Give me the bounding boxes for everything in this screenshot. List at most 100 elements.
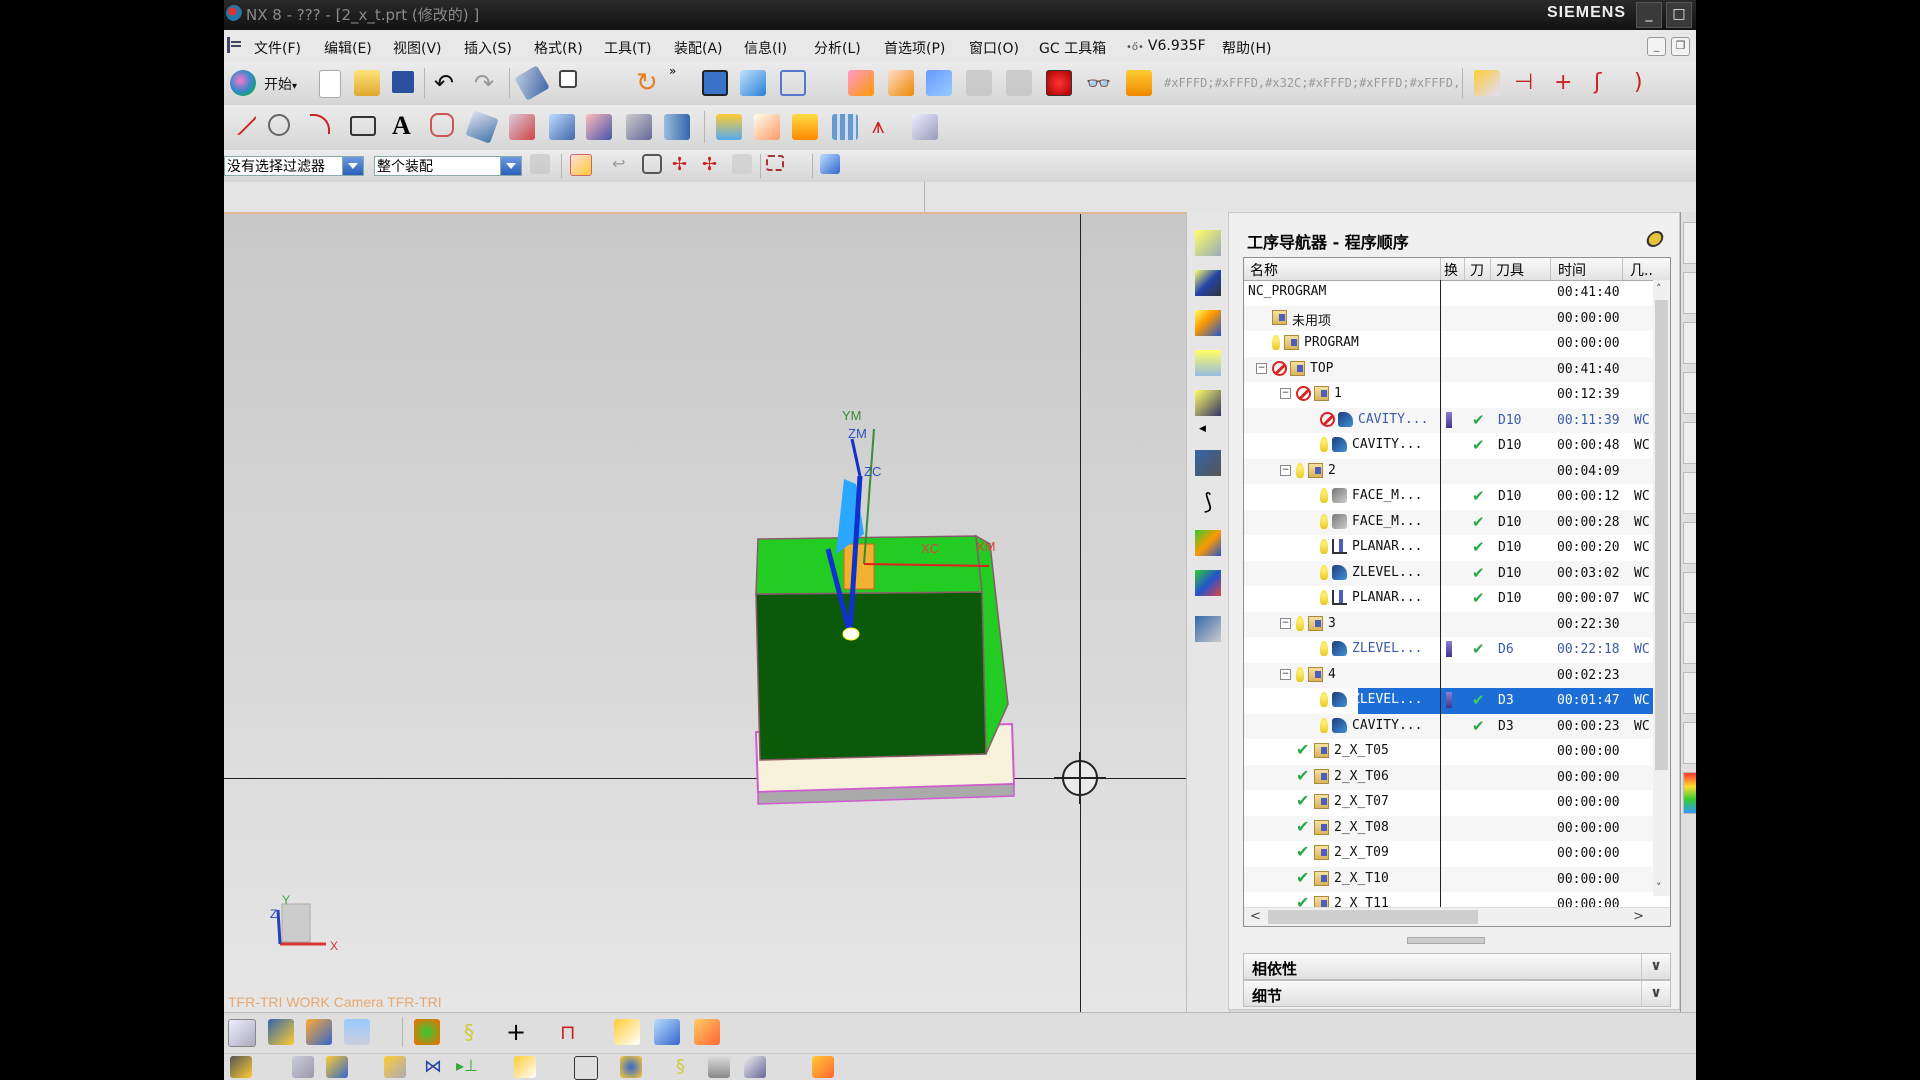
snap-point-icon[interactable] xyxy=(570,154,592,176)
blank-icon[interactable] xyxy=(654,1019,680,1045)
menu-analysis[interactable]: 分析(L) xyxy=(814,38,861,58)
replace-view-icon[interactable] xyxy=(926,70,952,96)
column-header-tool[interactable]: 刀具 xyxy=(1496,260,1524,280)
menu-preferences[interactable]: 首选项(P) xyxy=(884,38,945,58)
blend-icon[interactable] xyxy=(754,114,780,140)
mdi-restore-button[interactable]: ❐ xyxy=(1671,37,1690,56)
strip-tab[interactable] xyxy=(1683,322,1696,364)
copy-icon[interactable] xyxy=(384,1056,406,1078)
trim-curve-icon[interactable]: ⊣ xyxy=(1514,70,1540,96)
feature-select-icon[interactable] xyxy=(642,154,662,174)
horizontal-scroll-thumb[interactable] xyxy=(1268,910,1478,924)
table-row[interactable]: CAVITY... ✔ D10 00:11:39 WC xyxy=(1244,407,1653,433)
highlight-icon[interactable] xyxy=(1126,70,1152,96)
table-row[interactable]: 未用项 00:00:00 xyxy=(1244,305,1653,331)
cam-setup-icon[interactable] xyxy=(716,114,742,140)
start-button[interactable]: 开始▾ xyxy=(264,74,297,94)
column-header-tool-change[interactable]: 换 xyxy=(1444,260,1458,280)
table-row[interactable]: ✔ 2_X_T10 00:00:00 xyxy=(1244,866,1653,892)
verify-icon[interactable] xyxy=(620,1056,642,1078)
open-folder-icon[interactable] xyxy=(354,70,380,96)
part-model[interactable]: YM ZM ZC XC XM X Y Z xyxy=(224,214,1186,1014)
chevron-down-icon[interactable] xyxy=(342,157,363,175)
collapse-icon[interactable]: − xyxy=(1280,617,1291,629)
table-row[interactable]: ✔ 2_X_T06 00:00:00 xyxy=(1244,764,1653,790)
column-header-name[interactable]: 名称 xyxy=(1250,260,1278,280)
shop-doc-icon[interactable] xyxy=(694,1019,720,1045)
rectangle-select-icon[interactable] xyxy=(766,155,784,171)
menu-edit[interactable]: 编辑(E) xyxy=(324,38,372,58)
collapse-icon[interactable]: − xyxy=(1280,388,1291,399)
transform-icon[interactable] xyxy=(559,70,577,88)
method-view-icon[interactable] xyxy=(1195,350,1221,376)
dependencies-panel[interactable]: 相依性 ∨ xyxy=(1243,953,1671,980)
binoculars-icon[interactable]: 👓 xyxy=(1086,70,1112,96)
column-header-path[interactable]: 刀 xyxy=(1470,260,1484,280)
table-row[interactable]: PLANAR... ✔ D10 00:00:20 WC xyxy=(1244,535,1653,561)
section-view-icon[interactable] xyxy=(848,70,874,96)
scroll-up-icon[interactable]: ˄ xyxy=(1656,282,1662,295)
postprocess-icon[interactable] xyxy=(1195,616,1221,642)
table-row[interactable]: − 3 00:22:30 xyxy=(1244,611,1653,637)
extract-curve-icon[interactable] xyxy=(549,114,575,140)
strip-tab[interactable] xyxy=(1683,522,1696,564)
boundary-icon[interactable]: ⊓ xyxy=(560,1019,586,1045)
add-icon[interactable] xyxy=(326,1056,348,1078)
table-row[interactable]: ZLEVEL... ✔ D6 00:22:18 WC xyxy=(1244,637,1653,663)
divide-curve-icon[interactable]: + xyxy=(1554,70,1580,96)
layout-icon[interactable] xyxy=(574,1056,598,1080)
strip-tab[interactable] xyxy=(1683,672,1696,714)
rectangle-icon[interactable] xyxy=(350,116,376,136)
strip-tab[interactable] xyxy=(1683,422,1696,464)
collapse-arrow-icon[interactable]: ◀ xyxy=(1199,424,1206,434)
strip-tab[interactable] xyxy=(1683,272,1696,314)
new-file-icon[interactable] xyxy=(319,70,341,98)
machine-tool-view-icon[interactable] xyxy=(1195,270,1221,296)
collapse-icon[interactable]: − xyxy=(1280,464,1291,476)
ipw-icon[interactable] xyxy=(614,1019,640,1045)
chevron-down-icon[interactable]: ∨ xyxy=(1641,954,1670,979)
geometry-view-toggle-icon[interactable] xyxy=(306,1019,332,1045)
menu-format[interactable]: 格式(R) xyxy=(534,38,583,58)
column-header-time[interactable]: 时间 xyxy=(1558,260,1586,280)
table-row[interactable]: ✔ 2_X_T07 00:00:00 xyxy=(1244,790,1653,816)
gouge-check-icon[interactable] xyxy=(414,1019,440,1045)
menu-insert[interactable]: 插入(S) xyxy=(464,38,512,58)
details-panel[interactable]: 细节 ∨ xyxy=(1243,980,1671,1007)
extrude-icon[interactable] xyxy=(664,114,690,140)
start-icon[interactable] xyxy=(230,70,256,96)
undo-icon[interactable]: ↶ xyxy=(434,70,460,96)
table-row[interactable]: ✔ 2_X_T09 00:00:00 xyxy=(1244,841,1653,867)
text-icon[interactable]: A xyxy=(392,111,418,140)
table-row[interactable]: NC_PROGRAM 00:41:40 xyxy=(1244,280,1653,306)
menu-information[interactable]: 信息(I) xyxy=(744,38,787,58)
view-orient-icon[interactable] xyxy=(820,154,840,174)
cut-icon[interactable] xyxy=(292,1056,314,1078)
quick-pick-icon[interactable] xyxy=(732,154,752,174)
table-row[interactable]: − 2 00:04:09 xyxy=(1244,458,1653,484)
trim-body-icon[interactable] xyxy=(912,114,938,140)
more-tools-icon[interactable]: » xyxy=(669,64,681,90)
program-order-toggle-icon[interactable] xyxy=(228,1019,256,1047)
program-order-view-icon[interactable] xyxy=(1195,230,1221,256)
table-row[interactable]: ✔ 2_X_T08 00:00:00 xyxy=(1244,815,1653,841)
save-icon[interactable] xyxy=(392,71,414,93)
circle-icon[interactable] xyxy=(268,114,290,136)
draft-icon[interactable] xyxy=(792,114,818,140)
add-selection-icon[interactable]: ✢ xyxy=(672,154,692,175)
point-icon[interactable]: + xyxy=(506,1019,532,1045)
mirror-icon[interactable]: ⋈ xyxy=(424,1056,446,1078)
display-icon[interactable] xyxy=(514,1056,536,1078)
strip-tab[interactable] xyxy=(1683,722,1696,764)
clip-view-icon[interactable] xyxy=(888,70,914,96)
bridge-curve-icon[interactable] xyxy=(626,114,652,140)
red-cube-icon[interactable] xyxy=(1046,70,1072,96)
wireframe-view-icon[interactable] xyxy=(780,70,806,96)
table-row[interactable]: − TOP 00:41:40 xyxy=(1244,356,1653,382)
table-row[interactable]: PLANAR... ✔ D10 00:00:07 WC xyxy=(1244,586,1653,612)
strip-tab[interactable] xyxy=(1683,472,1696,514)
scroll-down-icon[interactable]: ˅ xyxy=(1656,881,1662,894)
table-row[interactable]: CAVITY... ✔ D3 00:00:23 WC xyxy=(1244,713,1653,739)
menu-plugin[interactable]: •ő• V6.935F xyxy=(1126,38,1206,54)
minimize-button[interactable]: _ xyxy=(1636,2,1662,28)
